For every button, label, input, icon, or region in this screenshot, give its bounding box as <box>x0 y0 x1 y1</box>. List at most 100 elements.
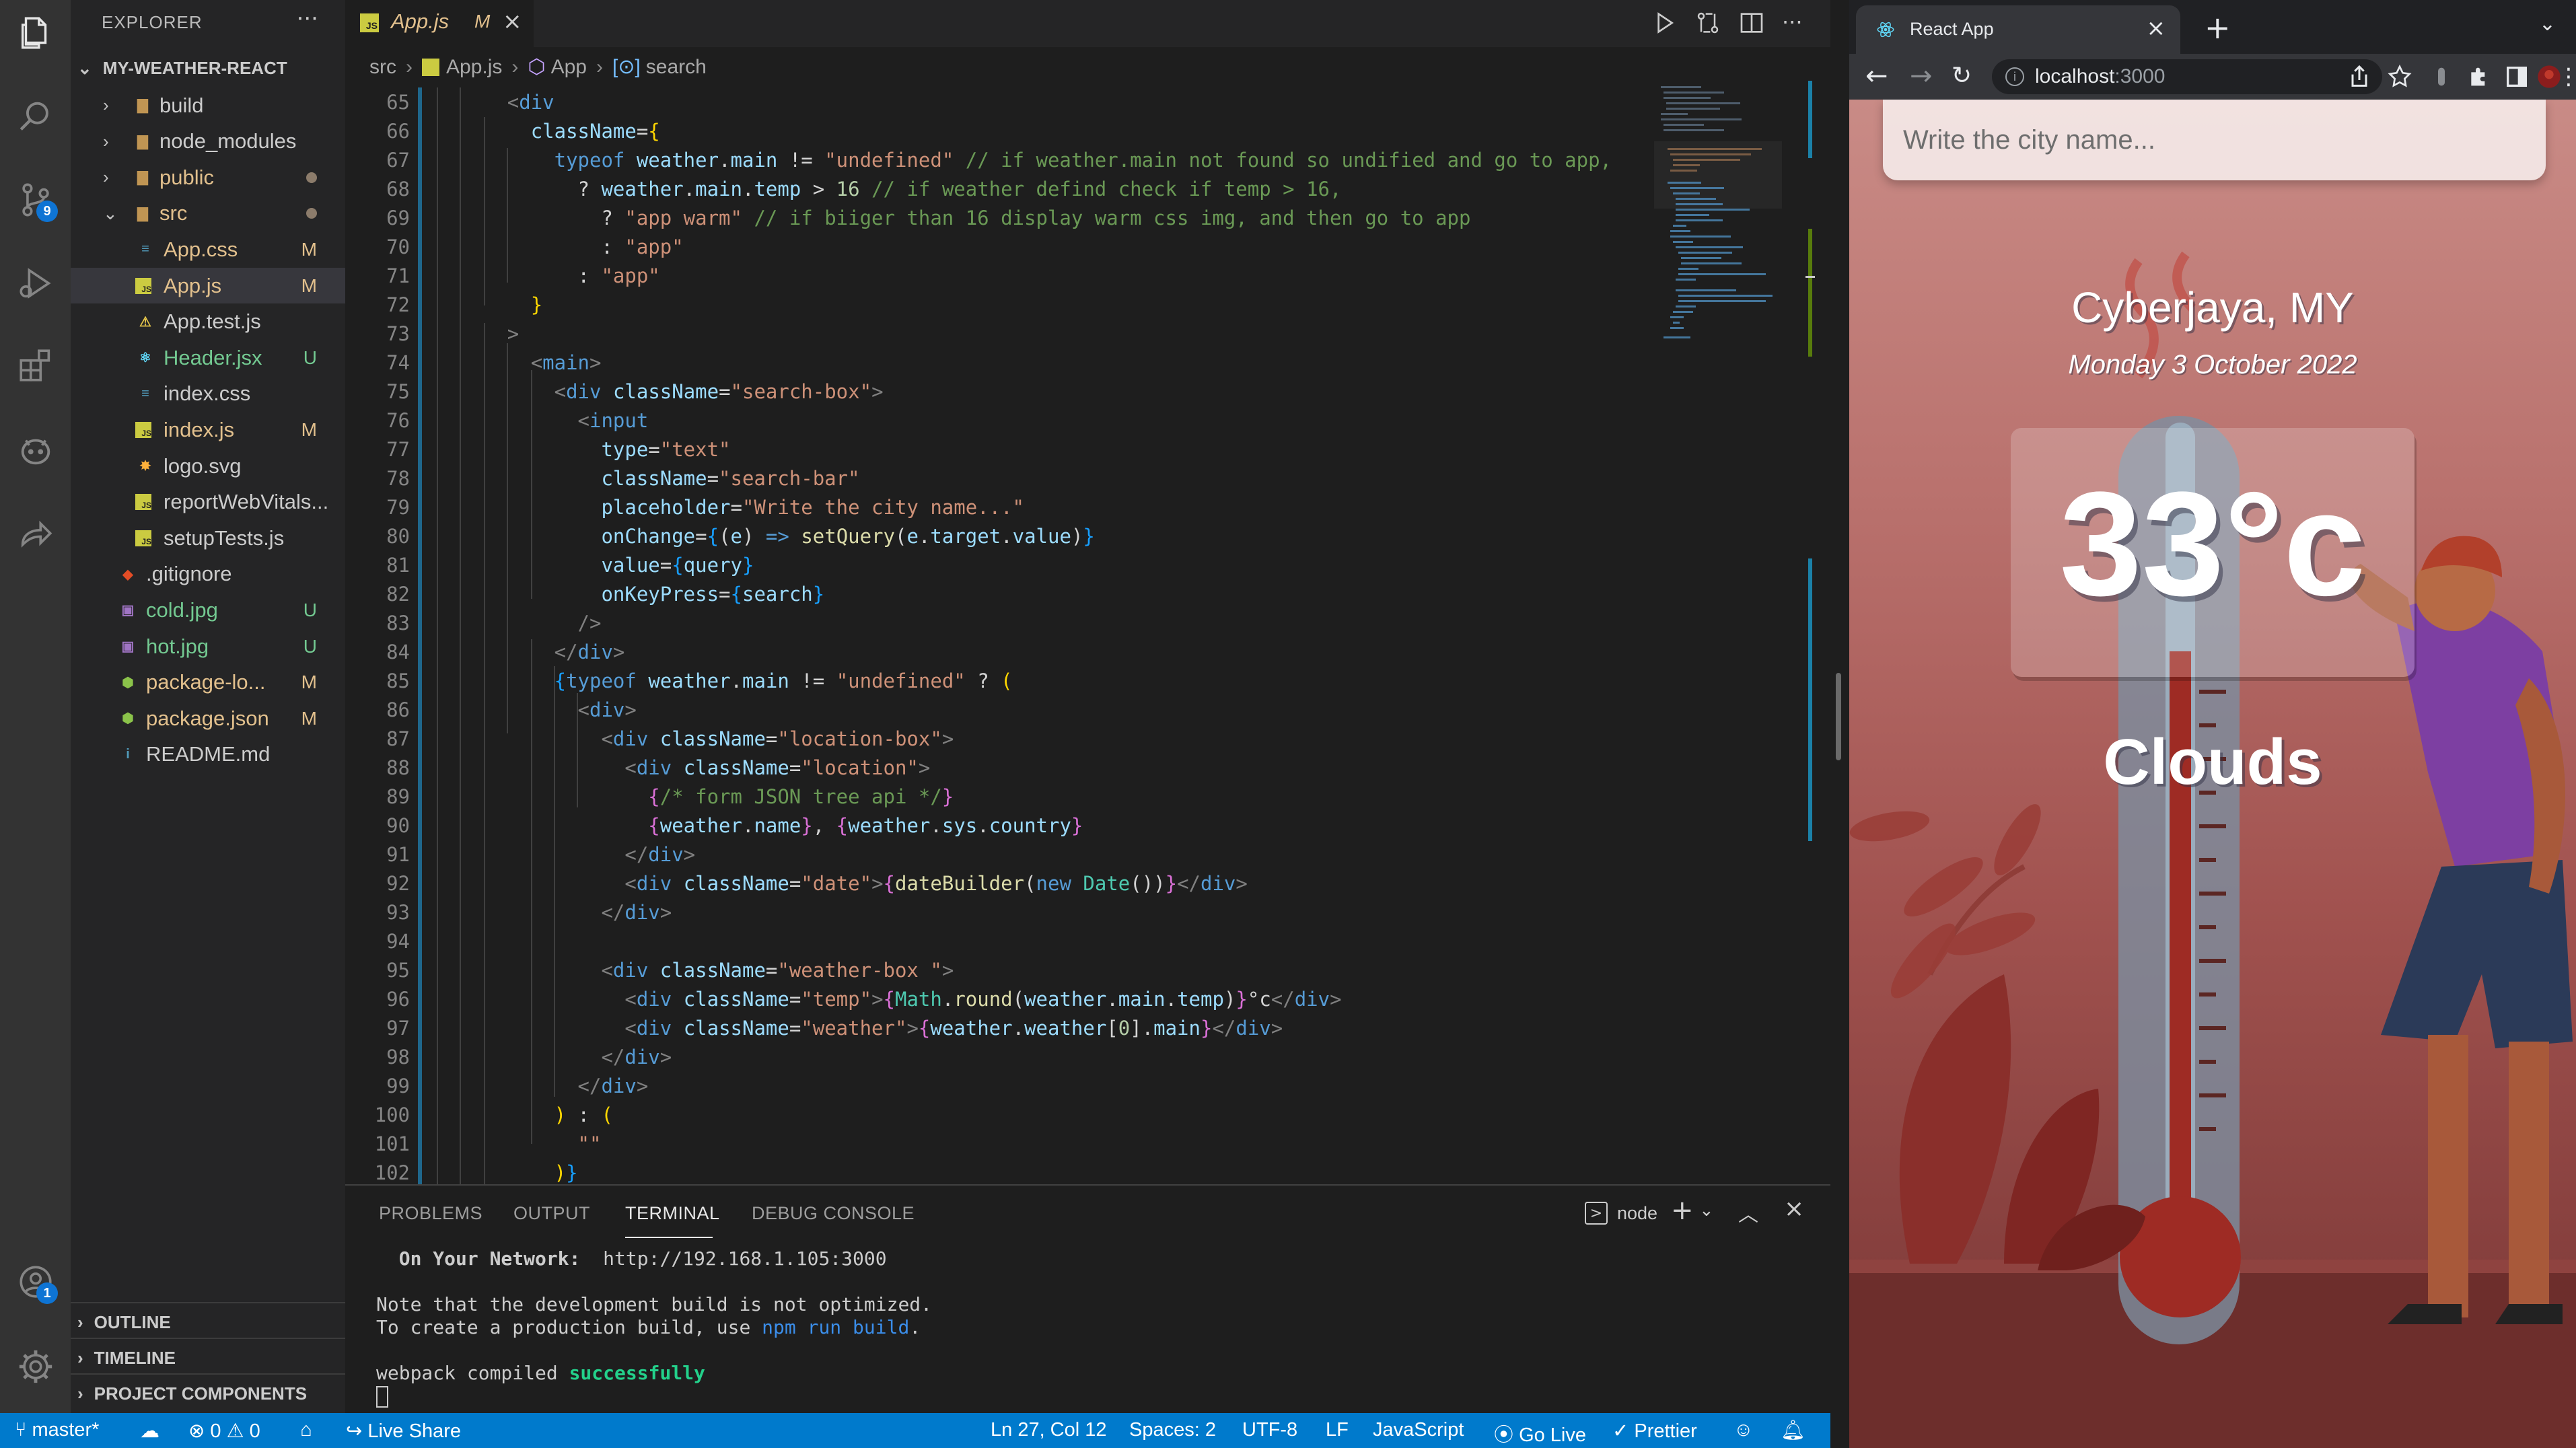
editor-scrollbar[interactable] <box>1805 81 1815 1184</box>
breadcrumb-variable[interactable]: search <box>646 56 707 79</box>
file-item[interactable]: JS setupTests.js <box>71 520 345 556</box>
extension-icon[interactable] <box>2428 63 2455 90</box>
puzzle-extensions-icon[interactable] <box>2466 63 2493 90</box>
breadcrumb-src[interactable]: src <box>369 56 396 79</box>
sync-icon[interactable]: ☁ <box>140 1419 159 1443</box>
live-share-button[interactable]: ↪ Live Share <box>346 1419 461 1443</box>
tab-output[interactable]: OUTPUT <box>513 1203 590 1224</box>
tab-app-js[interactable]: JS App.js M × <box>345 0 534 47</box>
status-bar: ⑂ master* ☁ ⊗ 0 ⚠ 0 ⌂ ↪ Live Share Ln 27… <box>0 1413 1830 1448</box>
search-icon[interactable] <box>12 93 59 140</box>
file-item[interactable]: JS reportWebVitals... <box>71 484 345 520</box>
workspace-root[interactable]: ⌄ MY-WEATHER-REACT <box>77 58 287 79</box>
maximize-panel-icon[interactable]: ︿ <box>1738 1198 1758 1227</box>
file-item[interactable]: ◆ .gitignore <box>71 556 345 592</box>
settings-gear-icon[interactable] <box>12 1343 59 1390</box>
more-actions-icon[interactable]: ··· <box>297 5 318 32</box>
reload-icon[interactable]: ↻ <box>1952 62 1972 89</box>
file-item[interactable]: ▣ cold.jpg U <box>71 592 345 628</box>
file-item[interactable]: i README.md <box>71 737 345 772</box>
tab-debug-console[interactable]: DEBUG CONSOLE <box>752 1203 915 1224</box>
side-panel-icon[interactable] <box>2503 63 2530 90</box>
close-tab-icon[interactable]: × <box>503 8 522 35</box>
prettier-button[interactable]: ✓ Prettier <box>1612 1419 1697 1443</box>
file-name: build <box>159 93 204 117</box>
run-icon[interactable] <box>1651 9 1678 36</box>
file-name: node_modules <box>159 129 297 153</box>
new-tab-icon[interactable]: + <box>2205 9 2231 46</box>
run-debug-icon[interactable] <box>12 260 59 307</box>
site-info-icon[interactable]: i <box>2005 67 2024 86</box>
split-editor-icon[interactable] <box>1738 9 1765 36</box>
github-copilot-icon[interactable] <box>12 427 59 474</box>
file-item[interactable]: ✸ logo.svg <box>71 448 345 484</box>
line-number: 101 <box>374 1132 410 1155</box>
end-of-line[interactable]: LF <box>1326 1419 1349 1441</box>
notifications-bell-icon[interactable]: 🔔︎ <box>1781 1419 1805 1442</box>
source-control-icon[interactable]: 9 <box>12 176 59 223</box>
file-name: README.md <box>146 742 271 766</box>
file-item[interactable]: ⚛ Header.jsx U <box>71 340 345 375</box>
file-item[interactable]: ⚠ App.test.js <box>71 304 345 340</box>
file-name: package-lo... <box>146 670 266 694</box>
forward-arrow-icon[interactable]: → <box>1910 61 1933 92</box>
language-mode[interactable]: JavaScript <box>1373 1419 1464 1441</box>
folder-item[interactable]: › ▇ build <box>71 87 345 123</box>
home-icon[interactable]: ⌂ <box>300 1419 312 1441</box>
editor-more-icon[interactable]: ··· <box>1782 9 1809 36</box>
explorer-icon[interactable] <box>12 9 59 57</box>
chrome-menu-icon[interactable]: ⋮ <box>2557 63 2576 90</box>
timeline-section[interactable]: › TIMELINE <box>77 1348 176 1369</box>
file-item[interactable]: ≡ index.css <box>71 376 345 412</box>
encoding[interactable]: UTF-8 <box>1242 1419 1297 1441</box>
file-item[interactable]: JS App.js M <box>71 268 345 303</box>
outline-section[interactable]: › OUTLINE <box>77 1312 171 1333</box>
share-icon[interactable] <box>2346 63 2373 90</box>
code-editor[interactable]: 65 66 67 68 69 70 71 72 73 74 75 76 77 78 79 80 81 82 83 84… <box>345 87 1651 1184</box>
breadcrumb-symbol[interactable]: App <box>551 56 587 79</box>
compare-changes-icon[interactable] <box>1694 9 1721 36</box>
live-share-icon[interactable] <box>12 511 59 558</box>
chevron-down-icon[interactable]: ⌄ <box>1699 1200 1714 1221</box>
problems-status[interactable]: ⊗ 0 ⚠ 0 <box>188 1419 260 1443</box>
file-name: src <box>159 201 188 225</box>
file-item[interactable]: ⬢ package.json M <box>71 700 345 736</box>
editor-tab-bar: JS App.js M × ··· <box>345 0 1830 47</box>
accounts-icon[interactable]: 1 <box>12 1258 59 1305</box>
city-search-input[interactable] <box>1903 120 2522 160</box>
back-arrow-icon[interactable]: ← <box>1865 61 1888 92</box>
feedback-icon[interactable]: ☺ <box>1733 1419 1754 1441</box>
folder-item[interactable]: › ▇ public <box>71 159 345 195</box>
terminal-name[interactable]: node <box>1617 1203 1657 1224</box>
tab-terminal[interactable]: TERMINAL <box>625 1203 720 1224</box>
close-tab-icon[interactable]: × <box>2147 15 2166 42</box>
breadcrumb-file[interactable]: App.js <box>446 56 502 79</box>
bookmark-star-icon[interactable] <box>2386 63 2413 90</box>
file-item[interactable]: JS index.js M <box>71 412 345 447</box>
project-components-section[interactable]: › PROJECT COMPONENTS <box>77 1383 307 1404</box>
file-item[interactable]: ≡ App.css M <box>71 231 345 267</box>
file-item[interactable]: ⬢ package-lo... M <box>71 665 345 700</box>
tab-problems[interactable]: PROBLEMS <box>379 1203 482 1224</box>
file-item[interactable]: ▣ hot.jpg U <box>71 628 345 664</box>
address-bar[interactable]: i localhost:3000 <box>1992 59 2382 94</box>
code-line: placeholder="Write the city name..." <box>601 496 1024 519</box>
go-live-button[interactable]: ⦿ Go Live <box>1494 1419 1586 1447</box>
tab-search-chevron-icon[interactable]: ⌄ <box>2539 12 2556 36</box>
extensions-icon[interactable] <box>12 342 59 389</box>
close-panel-icon[interactable]: × <box>1784 1195 1804 1223</box>
window-divider[interactable] <box>1830 0 1849 1448</box>
browser-tab[interactable]: React App × <box>1856 5 2180 54</box>
code-line: {typeof weather.main != "undefined" ? ( <box>554 669 1013 692</box>
folder-item[interactable]: › ▇ node_modules <box>71 124 345 159</box>
chevron-right-icon: › <box>103 167 109 188</box>
git-branch[interactable]: ⑂ master* <box>15 1419 99 1441</box>
minimap[interactable] <box>1654 81 1789 370</box>
cursor-position[interactable]: Ln 27, Col 12 <box>991 1419 1107 1441</box>
folder-file-icon: ▇ <box>137 206 148 221</box>
indentation[interactable]: Spaces: 2 <box>1129 1419 1216 1441</box>
line-number: 68 <box>386 178 410 201</box>
folder-item[interactable]: ⌄ ▇ src <box>71 196 345 231</box>
code-line: </div> <box>554 641 625 663</box>
new-terminal-icon[interactable]: + <box>1671 1195 1694 1226</box>
